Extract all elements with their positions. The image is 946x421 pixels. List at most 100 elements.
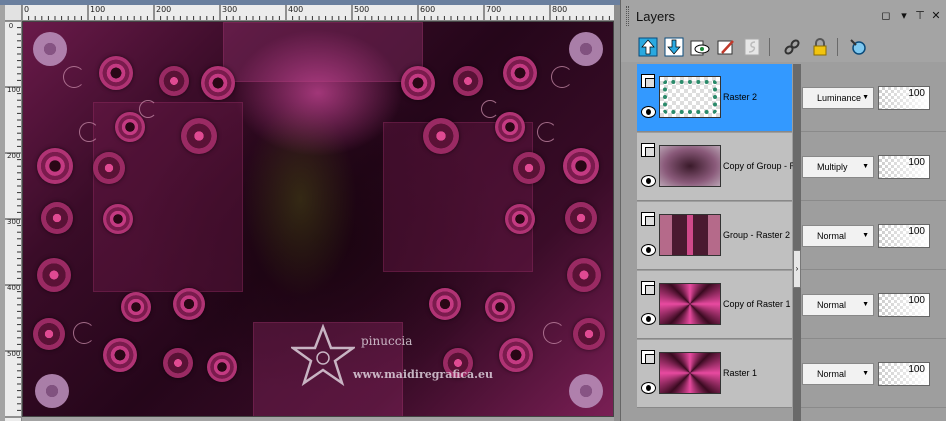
opacity-slider[interactable]: 100 bbox=[878, 362, 930, 386]
flower-decoration bbox=[401, 66, 435, 100]
layer-row-copy-of-raster-1[interactable]: Copy of Raster 1 bbox=[637, 271, 792, 339]
chevron-down-icon: ▼ bbox=[862, 163, 869, 170]
flower-decoration bbox=[159, 66, 189, 96]
flower-decoration bbox=[163, 348, 193, 378]
swirl-decoration bbox=[537, 122, 557, 142]
lock-button[interactable] bbox=[809, 36, 831, 58]
eye-visibility-icon[interactable] bbox=[641, 382, 656, 394]
flower-decoration bbox=[453, 66, 483, 96]
eye-visibility-icon[interactable] bbox=[641, 313, 656, 325]
eye-visibility-icon[interactable] bbox=[641, 106, 656, 118]
blend-mode-select[interactable]: Normal ▼ bbox=[802, 225, 874, 247]
flower-decoration bbox=[569, 374, 603, 408]
flower-decoration bbox=[567, 258, 601, 292]
swirl-decoration bbox=[79, 122, 99, 142]
swirl-decoration bbox=[551, 66, 573, 88]
opacity-value: 100 bbox=[908, 295, 925, 306]
opacity-slider[interactable]: 100 bbox=[878, 155, 930, 179]
layer-props-row: Normal ▼ 100 bbox=[801, 271, 946, 339]
flower-decoration bbox=[35, 374, 69, 408]
bg-panel bbox=[223, 22, 423, 82]
ruler-label-200: 200 bbox=[156, 5, 172, 14]
toolbar-separator bbox=[837, 38, 838, 56]
opacity-slider[interactable]: 100 bbox=[878, 224, 930, 248]
opacity-slider[interactable]: 100 bbox=[878, 293, 930, 317]
link-icon bbox=[784, 39, 800, 55]
eye-visibility-icon[interactable] bbox=[641, 244, 656, 256]
chevron-down-icon: ▼ bbox=[862, 301, 869, 308]
layer-row-copy-of-group[interactable]: Copy of Group - R bbox=[637, 133, 793, 201]
flower-decoration bbox=[423, 118, 459, 154]
watermark-url: www.maidiregrafica.eu bbox=[353, 368, 494, 381]
panel-title-bar[interactable]: Layers ◻ ▾ ⊤ ✕ bbox=[621, 0, 946, 32]
pin-panel-icon[interactable]: ⊤ bbox=[913, 9, 927, 23]
vruler-label-400: 400 bbox=[7, 284, 21, 292]
close-panel-icon[interactable]: ✕ bbox=[929, 9, 943, 23]
opacity-value: 100 bbox=[908, 226, 925, 237]
flower-decoration bbox=[569, 32, 603, 66]
layer-group-icon[interactable] bbox=[641, 212, 655, 226]
swirl-decoration bbox=[543, 322, 565, 344]
blend-mode-select[interactable]: Normal ▼ bbox=[802, 294, 874, 316]
star-logo-icon bbox=[291, 324, 355, 387]
layers-toolbar bbox=[621, 32, 946, 62]
blend-mode-select[interactable]: Luminance ▼ bbox=[802, 87, 874, 109]
layer-name: Copy of Group - R bbox=[723, 161, 793, 171]
edit-layer-button[interactable] bbox=[715, 36, 737, 58]
vruler-label-0: 0 bbox=[8, 22, 14, 30]
swirl-decoration bbox=[73, 322, 95, 344]
ruler-label-100: 100 bbox=[90, 5, 106, 14]
ruler-label-500: 500 bbox=[354, 5, 370, 14]
layer-properties-button[interactable] bbox=[847, 36, 869, 58]
layer-thumbnail bbox=[659, 214, 721, 256]
layer-list-splitter[interactable] bbox=[793, 64, 801, 421]
flower-decoration bbox=[429, 288, 461, 320]
layer-group-icon[interactable] bbox=[641, 281, 655, 295]
layer-group-icon[interactable] bbox=[641, 74, 655, 88]
mask-button[interactable] bbox=[741, 36, 763, 58]
canvas-workspace[interactable]: 0 100 200 300 400 500 600 700 800 0 100 … bbox=[0, 0, 620, 421]
layer-group-icon[interactable] bbox=[641, 350, 655, 364]
chevron-down-icon: ▼ bbox=[862, 232, 869, 239]
opacity-slider[interactable]: 100 bbox=[878, 86, 930, 110]
flower-decoration bbox=[41, 202, 73, 234]
splitter-expand-button[interactable]: › bbox=[793, 250, 801, 288]
restore-panel-icon[interactable]: ◻ bbox=[879, 9, 893, 23]
image-canvas[interactable]: pinuccia www.maidiregrafica.eu bbox=[22, 21, 614, 417]
flower-decoration bbox=[495, 112, 525, 142]
vruler-label-100: 100 bbox=[7, 86, 21, 94]
layer-row-group-raster-2[interactable]: Group - Raster 2 bbox=[637, 202, 792, 270]
edit-layer-icon bbox=[717, 40, 734, 55]
flower-decoration bbox=[573, 318, 605, 350]
layer-group-icon[interactable] bbox=[641, 143, 655, 157]
layer-row-raster-2[interactable]: Raster 2 bbox=[637, 64, 792, 132]
flower-decoration bbox=[513, 152, 545, 184]
layer-thumbnail bbox=[659, 76, 721, 118]
visibility-toggle-icon bbox=[690, 40, 710, 56]
layer-properties-icon bbox=[850, 39, 866, 55]
panel-grip-handle[interactable] bbox=[626, 6, 629, 26]
blend-mode-select[interactable]: Multiply ▼ bbox=[802, 156, 874, 178]
chevron-down-icon: ▼ bbox=[862, 370, 869, 377]
panel-menu-icon[interactable]: ▾ bbox=[897, 9, 911, 23]
flower-decoration bbox=[173, 288, 205, 320]
move-layer-up-icon bbox=[638, 37, 658, 57]
blend-mode-select[interactable]: Normal ▼ bbox=[802, 363, 874, 385]
blend-mode-value: Multiply bbox=[817, 162, 848, 172]
layer-thumbnail bbox=[659, 352, 721, 394]
move-layer-up-button[interactable] bbox=[637, 36, 659, 58]
move-layer-down-button[interactable] bbox=[663, 36, 685, 58]
visibility-toggle-button[interactable] bbox=[689, 36, 711, 58]
layer-row-raster-1[interactable]: Raster 1 bbox=[637, 340, 792, 408]
flower-decoration bbox=[121, 292, 151, 322]
vertical-ruler: 0 100 200 300 400 500 bbox=[5, 21, 22, 421]
flower-decoration bbox=[37, 148, 73, 184]
toolbar-separator bbox=[769, 38, 770, 56]
flower-decoration bbox=[115, 112, 145, 142]
link-button[interactable] bbox=[781, 36, 803, 58]
eye-visibility-icon[interactable] bbox=[641, 175, 656, 187]
flower-decoration bbox=[207, 352, 237, 382]
layer-name: Raster 2 bbox=[723, 92, 758, 102]
blend-mode-value: Normal bbox=[817, 231, 847, 241]
horizontal-ruler: 0 100 200 300 400 500 600 700 800 bbox=[22, 5, 614, 21]
